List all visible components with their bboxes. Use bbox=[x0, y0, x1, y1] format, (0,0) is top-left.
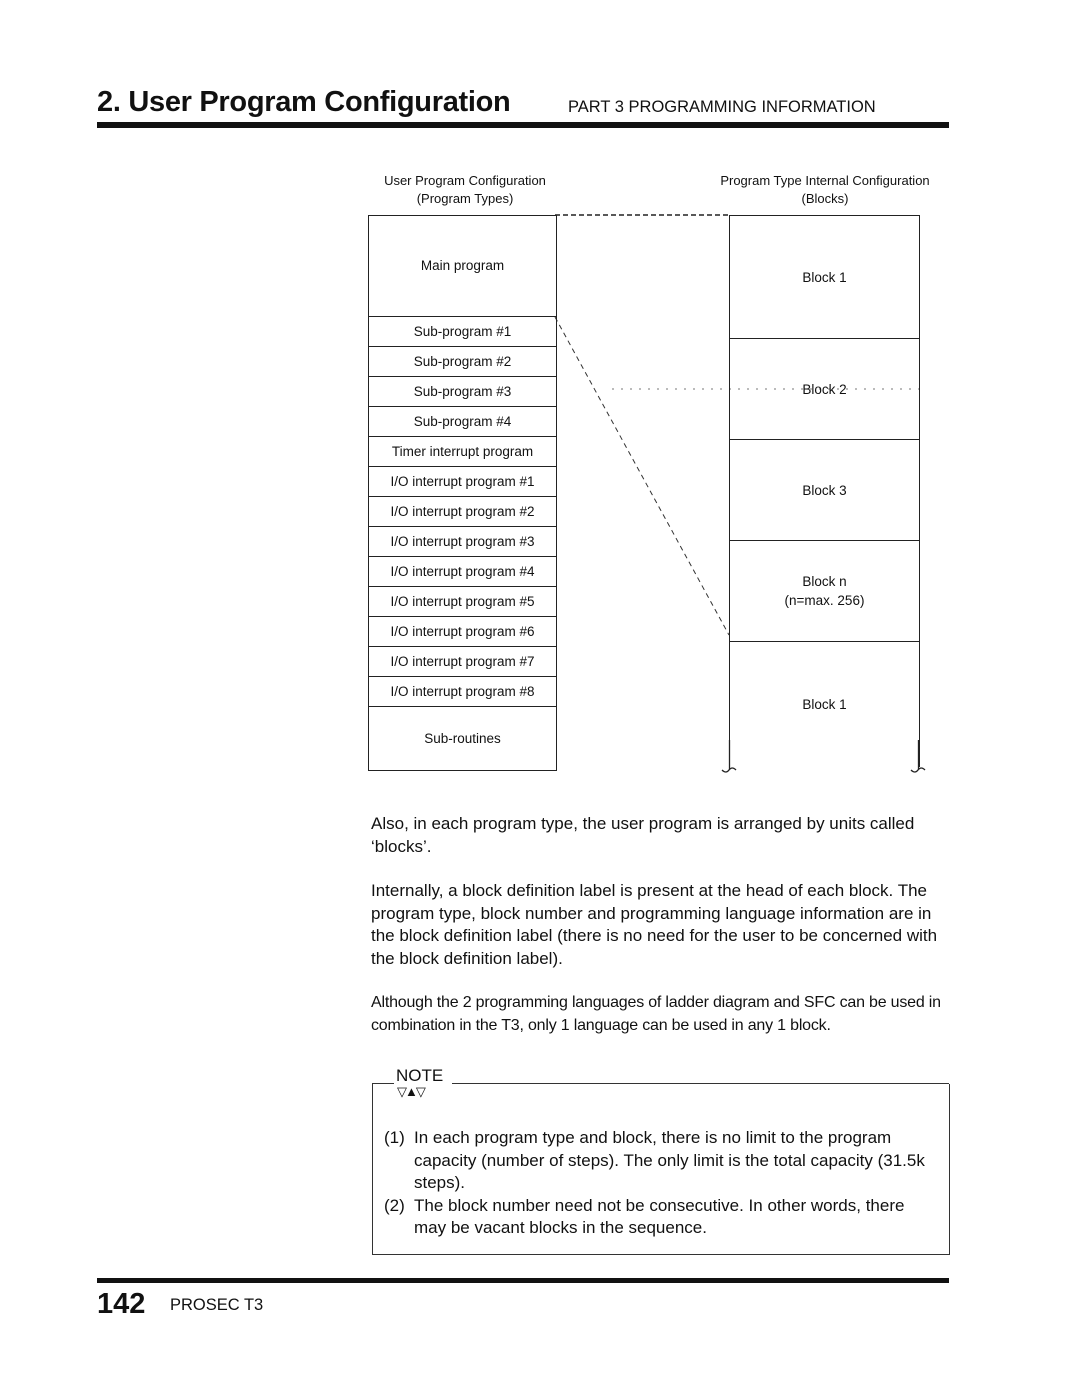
page-number: 142 bbox=[97, 1288, 146, 1320]
block-row: Block 1 bbox=[730, 642, 919, 767]
note-item: (2) The block number need not be consecu… bbox=[384, 1195, 939, 1240]
note-item-text: The block number need not be consecutive… bbox=[414, 1195, 905, 1238]
note-item-number: (1) bbox=[384, 1128, 405, 1147]
blocks-table: Block 1 Block 2 Block 3 Block n (n=max. … bbox=[729, 215, 920, 767]
block-label: Block 1 bbox=[802, 269, 847, 285]
program-type-row: Sub-program #1 bbox=[369, 317, 556, 347]
block-label: Block 1 bbox=[802, 697, 847, 712]
block-label: Block n bbox=[802, 574, 847, 589]
program-type-row: Sub-program #4 bbox=[369, 407, 556, 437]
program-type-row: I/O interrupt program #7 bbox=[369, 647, 556, 677]
block-row: Block n (n=max. 256) bbox=[730, 541, 919, 642]
program-type-row: Sub-routines bbox=[424, 731, 501, 746]
block-row: Block 3 bbox=[730, 440, 919, 541]
program-types-table: Main program Sub-program #1 Sub-program … bbox=[368, 215, 557, 771]
program-type-row: Sub-program #2 bbox=[369, 347, 556, 377]
program-type-row: I/O interrupt program #6 bbox=[369, 617, 556, 647]
paragraph-blocks-intro: Also, in each program type, the user pro… bbox=[371, 814, 915, 856]
program-type-row: I/O interrupt program #2 bbox=[369, 497, 556, 527]
program-type-row: I/O interrupt program #5 bbox=[369, 587, 556, 617]
paragraph-languages: Although the 2 programming languages of … bbox=[371, 994, 941, 1034]
program-type-row: Timer interrupt program bbox=[369, 437, 556, 467]
note-item-text: In each program type and block, there is… bbox=[414, 1128, 925, 1192]
block-label: Block 2 bbox=[802, 381, 847, 397]
block-row: Block 2 bbox=[730, 339, 919, 440]
note-item: (1) In each program type and block, ther… bbox=[384, 1127, 939, 1195]
note-label: NOTE bbox=[396, 1066, 444, 1085]
program-type-row: I/O interrupt program #3 bbox=[369, 527, 556, 557]
program-type-row: Main program bbox=[369, 216, 556, 317]
product-name: PROSEC T3 bbox=[170, 1296, 264, 1314]
note-list: (1) In each program type and block, ther… bbox=[384, 1127, 939, 1240]
footer-rule bbox=[97, 1278, 949, 1283]
program-type-row: Sub-program #3 bbox=[369, 377, 556, 407]
program-type-row: I/O interrupt program #1 bbox=[369, 467, 556, 497]
block-sublabel: (n=max. 256) bbox=[784, 593, 865, 608]
program-type-row: I/O interrupt program #4 bbox=[369, 557, 556, 587]
note-item-number: (2) bbox=[384, 1195, 405, 1215]
block-label: Block 3 bbox=[802, 482, 847, 498]
note-triangle-icon: ▽▲▽ bbox=[397, 1084, 426, 1099]
dashed-diagonal-connector bbox=[554, 316, 730, 636]
block-row: Block 1 bbox=[730, 216, 919, 339]
program-type-row: I/O interrupt program #8 bbox=[369, 677, 556, 707]
paragraph-block-label: Internally, a block definition label is … bbox=[371, 881, 938, 968]
